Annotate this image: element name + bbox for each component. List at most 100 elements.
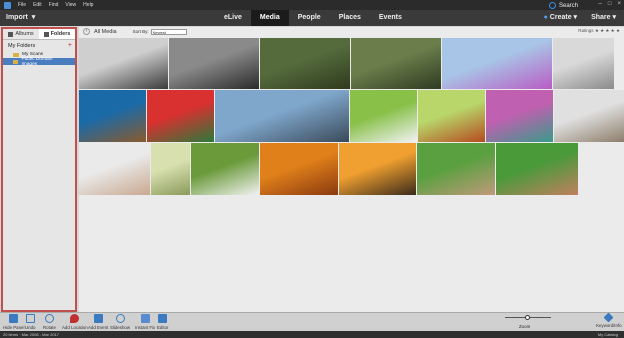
undo-icon	[25, 314, 35, 323]
photo-parrot[interactable]	[147, 90, 214, 142]
add-folder-icon[interactable]: +	[68, 42, 72, 49]
tool-label: Keyword/Info	[596, 323, 622, 328]
add-location-button[interactable]: Add Location	[62, 314, 88, 330]
tab-places[interactable]: Places	[330, 10, 370, 26]
hide-panel-button[interactable]: Hide Panel	[3, 314, 24, 330]
media-grid-area: ‹ All Media Sort By: Newest Ratings ★ ★ …	[79, 27, 624, 312]
create-button[interactable]: ● Create ▾	[544, 13, 577, 21]
tool-label: Editor	[157, 325, 169, 330]
close-icon[interactable]: ×	[617, 1, 621, 7]
slideshow-button[interactable]: Slideshow	[110, 314, 130, 330]
folders-label: Folders	[50, 31, 71, 37]
breadcrumb: ‹ All Media Sort By: Newest	[79, 27, 624, 36]
search-button[interactable]: Search	[548, 2, 578, 9]
location-pin-icon	[70, 314, 80, 323]
catalog-name: My Catalog	[597, 332, 618, 337]
instant-fix-icon	[140, 314, 150, 323]
menu-help[interactable]: Help	[83, 2, 93, 8]
photo-red-panda[interactable]	[418, 90, 485, 142]
search-icon	[548, 2, 556, 9]
photo-baseball-slide[interactable]	[496, 143, 578, 195]
menu-find[interactable]: Find	[49, 2, 59, 8]
bottom-toolbar: Hide Panel Undo Rotate Add Location Add …	[0, 312, 624, 331]
folders-icon	[43, 31, 49, 37]
app-logo-icon	[4, 1, 11, 9]
tool-label: Add Event	[88, 325, 109, 330]
photo-girl-field[interactable]	[151, 143, 190, 195]
share-label: Share	[591, 14, 611, 21]
play-icon	[115, 314, 125, 323]
photo-speed-skater[interactable]	[79, 38, 168, 89]
folder-icon	[13, 52, 19, 57]
photo-autumn-trees[interactable]	[260, 143, 338, 195]
panel-tabs: Albums Folders	[3, 29, 75, 40]
tool-label: Rotate	[43, 325, 56, 330]
menu-file[interactable]: File	[18, 2, 26, 8]
chevron-down-icon: ▾	[31, 14, 36, 21]
tab-elive[interactable]: eLive	[215, 10, 251, 26]
window-controls: – □ ×	[599, 1, 621, 7]
status-bar: 20 items · Mar 2008 - Mar 2017 My Catalo…	[0, 331, 624, 338]
tool-label: Slideshow	[110, 325, 131, 330]
sort-label: Sort By:	[132, 29, 149, 34]
photo-hedgehog[interactable]	[554, 90, 624, 142]
photo-hummingbird[interactable]	[486, 90, 553, 142]
folder-icon	[13, 59, 19, 64]
folder-item-public-domain-images[interactable]: Public Domain Images	[3, 56, 75, 67]
my-folders-title: My Folders	[8, 43, 36, 49]
photo-hurdlers[interactable]	[169, 38, 259, 89]
photo-owl[interactable]	[350, 90, 417, 142]
photo-purple-flowers[interactable]	[442, 38, 552, 89]
tab-people[interactable]: People	[289, 10, 330, 26]
create-label: Create	[549, 14, 572, 21]
breadcrumb-label: All Media	[94, 28, 117, 35]
photo-baby-smile[interactable]	[79, 143, 150, 195]
menu-edit[interactable]: Edit	[33, 2, 42, 8]
photo-forest-2[interactable]	[351, 38, 441, 89]
photo-mountains[interactable]	[215, 90, 349, 142]
albums-icon	[8, 31, 14, 37]
keyword-info-button[interactable]: Keyword/Info	[596, 312, 622, 328]
photo-sunset-runner[interactable]	[339, 143, 416, 195]
tab-albums[interactable]: Albums	[3, 29, 39, 39]
zoom-slider[interactable]	[505, 315, 551, 320]
menu-view[interactable]: View	[65, 2, 76, 8]
menu-bar: File Edit Find View Help – □ ×	[0, 0, 624, 10]
photo-baby-teddy[interactable]	[553, 38, 614, 89]
photo-baseball-running[interactable]	[417, 143, 495, 195]
status-left: 20 items · Mar 2008 - Mar 2017	[3, 332, 60, 337]
import-button[interactable]: Import ▾	[6, 13, 36, 22]
rotate-button[interactable]: Rotate	[43, 314, 56, 330]
editor-button[interactable]: Editor	[157, 314, 168, 330]
photo-forest-1[interactable]	[260, 38, 350, 89]
folder-label: Public Domain Images	[21, 56, 53, 67]
photo-organizer-window: File Edit Find View Help – □ × Import ▾ …	[0, 0, 624, 338]
minimize-icon[interactable]: –	[599, 1, 602, 7]
photo-sea-turtle[interactable]	[79, 90, 146, 142]
calendar-icon	[93, 314, 103, 323]
back-icon[interactable]: ‹	[83, 28, 90, 35]
tab-events[interactable]: Events	[370, 10, 411, 26]
photo-lamb[interactable]	[191, 143, 259, 195]
my-folders-header: My Folders +	[3, 40, 75, 49]
zoom-slider-handle[interactable]	[525, 315, 530, 320]
hide-panel-icon	[9, 314, 19, 323]
tab-media[interactable]: Media	[250, 10, 289, 26]
star-icons: ★ ★ ★ ★ ★	[594, 28, 620, 33]
tab-folders[interactable]: Folders	[39, 29, 75, 39]
undo-button[interactable]: Undo	[25, 314, 36, 330]
view-tabs: eLive Media People Places Events	[215, 10, 411, 26]
top-right-actions: ● Create ▾ Share ▾	[544, 13, 616, 21]
share-button[interactable]: Share ▾	[591, 13, 616, 21]
instant-fix-button[interactable]: Instant Fix	[135, 314, 155, 330]
tag-icon	[603, 312, 614, 323]
tool-label: Undo	[25, 325, 36, 330]
add-event-button[interactable]: Add Event	[88, 314, 108, 330]
folders-panel: Albums Folders My Folders + My Scans Pub…	[1, 27, 77, 312]
tool-label: Hide Panel	[3, 325, 25, 330]
ratings-filter[interactable]: Ratings ★ ★ ★ ★ ★	[578, 28, 620, 34]
search-label: Search	[558, 2, 578, 9]
zoom-label: Zoom	[519, 324, 531, 329]
sort-select[interactable]: Newest	[150, 28, 187, 35]
maximize-icon[interactable]: □	[608, 1, 612, 7]
